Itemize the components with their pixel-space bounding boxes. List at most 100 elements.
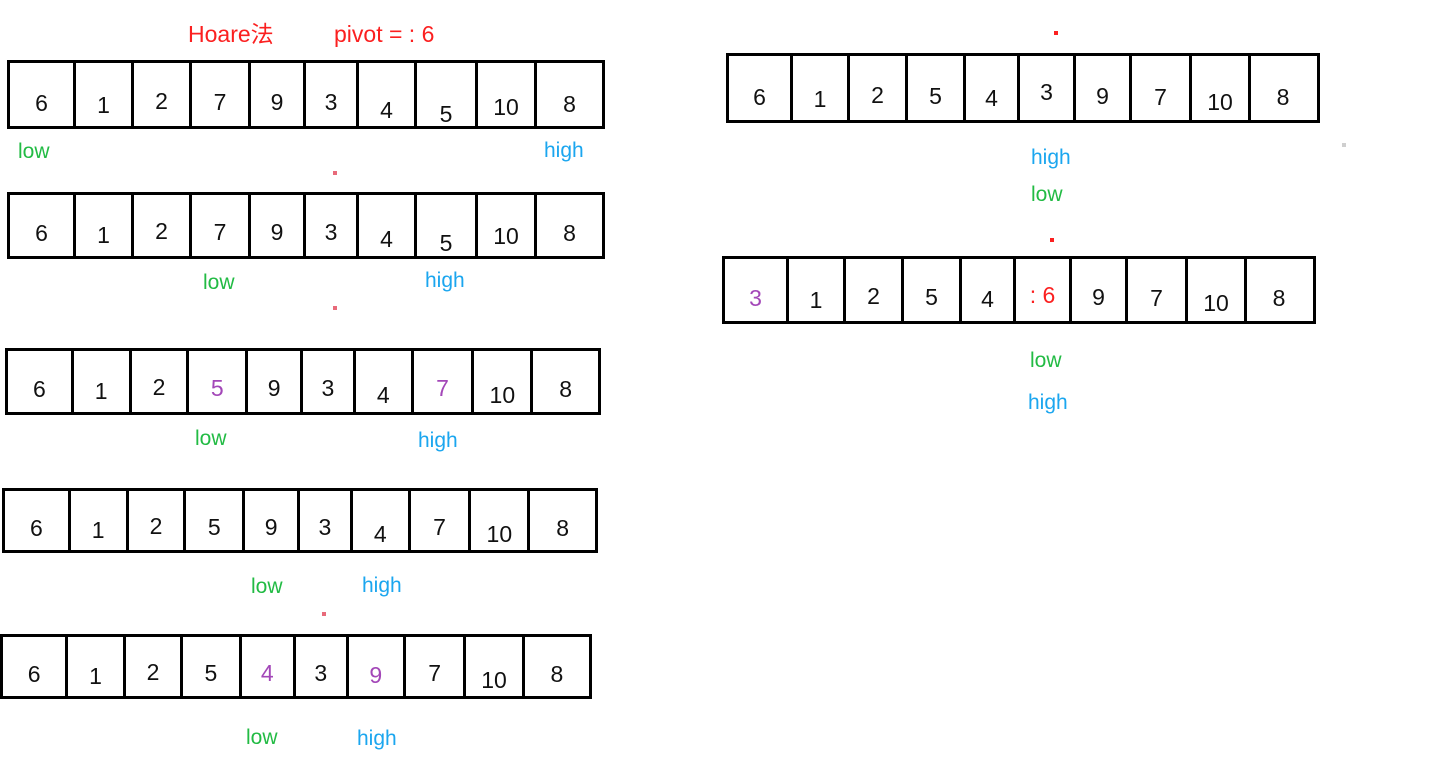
array-cell[interactable]: 7 xyxy=(192,63,251,126)
cell-value: 5 xyxy=(207,514,221,540)
array-cell[interactable]: 1 xyxy=(76,195,134,256)
array-cell[interactable]: 10 xyxy=(471,491,531,550)
array-left-3: 6 1 2 5 9 3 4 7 10 8 xyxy=(5,348,601,415)
cell-value: 10 xyxy=(486,521,513,547)
array-left-5: 6 1 2 5 4 3 9 7 10 8 xyxy=(0,634,592,699)
array-cell[interactable]: 3 xyxy=(1020,56,1076,120)
array-cell[interactable]: 5 xyxy=(183,637,242,696)
array-cell[interactable]: 5 xyxy=(417,63,478,126)
array-cell[interactable]: 9 xyxy=(1072,259,1128,321)
array-cell[interactable]: 4 xyxy=(355,351,414,412)
array-cell[interactable]: 9 xyxy=(248,351,304,412)
array-cell[interactable]: 2 xyxy=(846,259,904,321)
array-cell[interactable]: 3 xyxy=(725,259,789,321)
array-cell[interactable]: 9 xyxy=(1076,56,1132,120)
array-cell[interactable]: 4 xyxy=(359,195,417,256)
array-left-4: 6 1 2 5 9 3 4 7 10 8 xyxy=(2,488,598,553)
array-cell[interactable]: 2 xyxy=(125,637,184,696)
array-cell[interactable]: 4 xyxy=(966,56,1020,120)
array-cell[interactable]: 9 xyxy=(348,637,406,696)
array-cell[interactable]: 10 xyxy=(1192,56,1251,120)
array-cell[interactable]: 10 xyxy=(1188,259,1247,321)
array-cell[interactable]: 4 xyxy=(241,637,297,696)
array-cell[interactable]: 2 xyxy=(128,491,187,550)
cell-value: 1 xyxy=(97,92,110,118)
array-cell[interactable]: 4 xyxy=(352,491,411,550)
cell-value: : 6 xyxy=(1029,282,1056,308)
array-cell[interactable]: 1 xyxy=(793,56,850,120)
array-cell[interactable]: 1 xyxy=(73,351,132,412)
array-cell[interactable]: 5 xyxy=(417,195,478,256)
array-cell[interactable]: 5 xyxy=(186,491,246,550)
diagram-title-pivot: pivot = : 6 xyxy=(334,21,435,47)
array-cell[interactable]: 5 xyxy=(908,56,966,120)
array-cell[interactable]: 10 xyxy=(478,195,537,256)
pointer-high-4: high xyxy=(362,574,402,597)
cell-value: 4 xyxy=(380,226,393,252)
array-cell[interactable]: 3 xyxy=(296,637,349,696)
array-cell[interactable]: 3 xyxy=(306,195,359,256)
array-cell[interactable]: 8 xyxy=(524,637,590,696)
array-right-1: 6 1 2 5 4 3 9 7 10 8 xyxy=(726,53,1320,123)
array-cell[interactable]: : 6 xyxy=(1016,259,1072,321)
pointer-low-6: low xyxy=(1031,183,1063,206)
cell-value: 9 xyxy=(267,375,281,401)
array-cell[interactable]: 6 xyxy=(8,351,74,412)
array-cell[interactable]: 6 xyxy=(10,195,76,256)
array-cell[interactable]: 8 xyxy=(1247,259,1311,321)
array-cell[interactable]: 7 xyxy=(410,491,472,550)
array-cell[interactable]: 7 xyxy=(1132,56,1192,120)
cell-value: 10 xyxy=(1203,290,1229,316)
cell-value: 10 xyxy=(481,667,507,693)
array-cell[interactable]: 6 xyxy=(10,63,76,126)
cell-value: 9 xyxy=(270,89,284,115)
array-cell[interactable]: 9 xyxy=(245,491,301,550)
array-cell[interactable]: 5 xyxy=(189,351,249,412)
array-cell[interactable]: 5 xyxy=(904,259,962,321)
array-cell[interactable]: 7 xyxy=(405,637,467,696)
cell-value: 1 xyxy=(91,517,105,543)
cell-value: 9 xyxy=(369,662,383,688)
cell-value: 3 xyxy=(324,219,338,245)
array-cell[interactable]: 4 xyxy=(962,259,1016,321)
array-cell[interactable]: 10 xyxy=(478,63,537,126)
array-cell[interactable]: 7 xyxy=(1128,259,1188,321)
array-cell[interactable]: 7 xyxy=(413,351,475,412)
cell-value: 7 xyxy=(436,375,449,401)
array-cell[interactable]: 3 xyxy=(306,63,359,126)
array-cell[interactable]: 3 xyxy=(300,491,353,550)
array-cell[interactable]: 8 xyxy=(1251,56,1315,120)
cell-value: 7 xyxy=(1154,84,1167,110)
array-cell[interactable]: 6 xyxy=(3,637,69,696)
array-cell[interactable]: 2 xyxy=(131,351,190,412)
array-cell[interactable]: 2 xyxy=(134,195,192,256)
array-cell[interactable]: 1 xyxy=(68,637,126,696)
array-cell[interactable]: 2 xyxy=(134,63,192,126)
array-cell[interactable]: 3 xyxy=(303,351,356,412)
cell-value: 6 xyxy=(753,84,766,110)
pointer-low-7: low xyxy=(1030,349,1062,372)
cell-value: 5 xyxy=(439,101,453,127)
array-cell[interactable]: 8 xyxy=(530,491,596,550)
array-cell[interactable]: 2 xyxy=(850,56,908,120)
array-cell[interactable]: 10 xyxy=(466,637,525,696)
cell-value: 1 xyxy=(97,222,110,248)
array-cell[interactable]: 8 xyxy=(537,195,602,256)
array-cell[interactable]: 6 xyxy=(729,56,793,120)
array-cell[interactable]: 9 xyxy=(251,195,306,256)
array-cell[interactable]: 8 xyxy=(533,351,599,412)
array-cell[interactable]: 4 xyxy=(359,63,417,126)
array-cell[interactable]: 1 xyxy=(76,63,134,126)
array-cell[interactable]: 10 xyxy=(474,351,534,412)
array-cell[interactable]: 8 xyxy=(537,63,602,126)
pointer-low-1: low xyxy=(18,140,50,163)
pointer-high-1: high xyxy=(544,139,584,162)
array-cell[interactable]: 1 xyxy=(789,259,846,321)
array-right-2: 3 1 2 5 4 : 6 9 7 10 8 xyxy=(722,256,1316,324)
array-cell[interactable]: 1 xyxy=(70,491,129,550)
array-cell[interactable]: 9 xyxy=(251,63,306,126)
array-cell[interactable]: 6 xyxy=(5,491,71,550)
array-cell[interactable]: 7 xyxy=(192,195,251,256)
cell-value: 6 xyxy=(32,376,46,402)
cell-value: 8 xyxy=(1272,285,1286,311)
